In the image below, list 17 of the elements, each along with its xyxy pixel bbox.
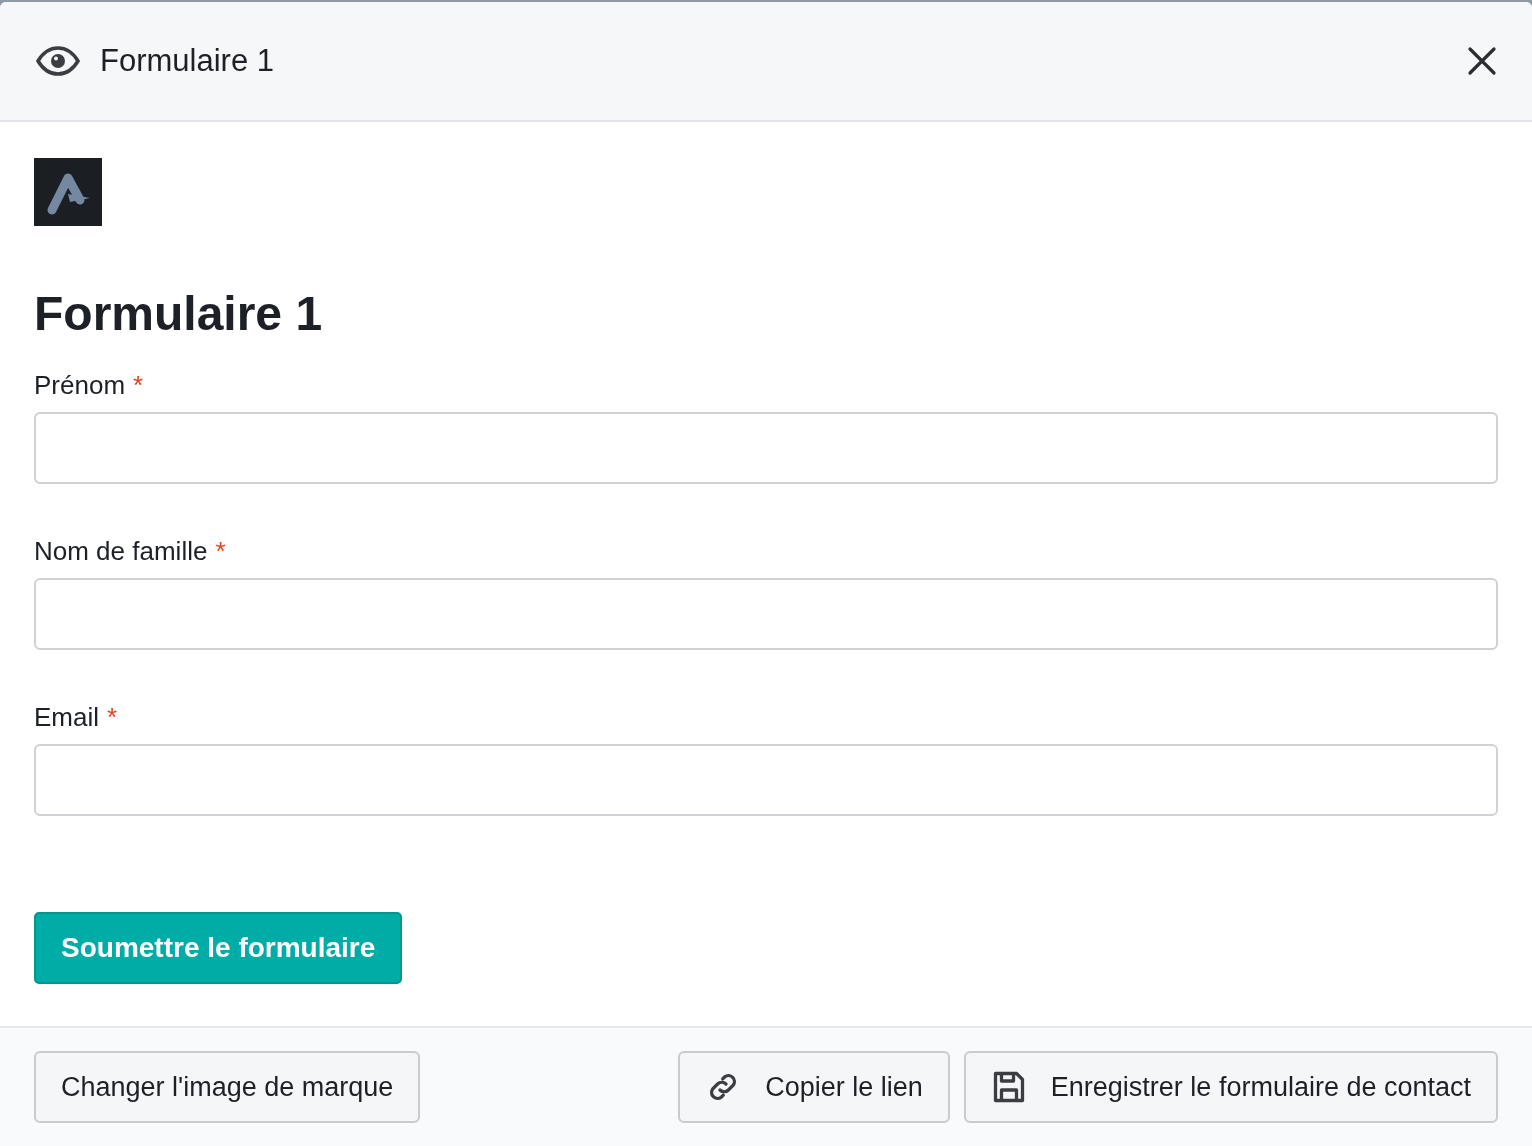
eye-icon (36, 46, 80, 76)
input-field[interactable] (34, 578, 1498, 650)
logo-icon (34, 158, 102, 226)
required-mark: * (133, 370, 144, 400)
input-field[interactable] (34, 744, 1498, 816)
field-label: Prénom (34, 370, 126, 400)
save-button[interactable]: Enregistrer le formulaire de contact (963, 1051, 1498, 1123)
form-heading: Formulaire 1 (34, 290, 324, 338)
copy-link-button[interactable]: Copier le lien (678, 1051, 950, 1123)
dialog-title: Formulaire 1 (100, 43, 275, 79)
field-label: Nom de famille (34, 536, 208, 566)
close-icon[interactable] (1466, 45, 1498, 77)
rebrand-button[interactable]: Changer l'image de marque (34, 1051, 421, 1123)
required-mark: * (107, 702, 118, 732)
required-mark: * (215, 536, 226, 566)
field-label: Email (34, 702, 99, 732)
input-field[interactable] (34, 412, 1498, 484)
